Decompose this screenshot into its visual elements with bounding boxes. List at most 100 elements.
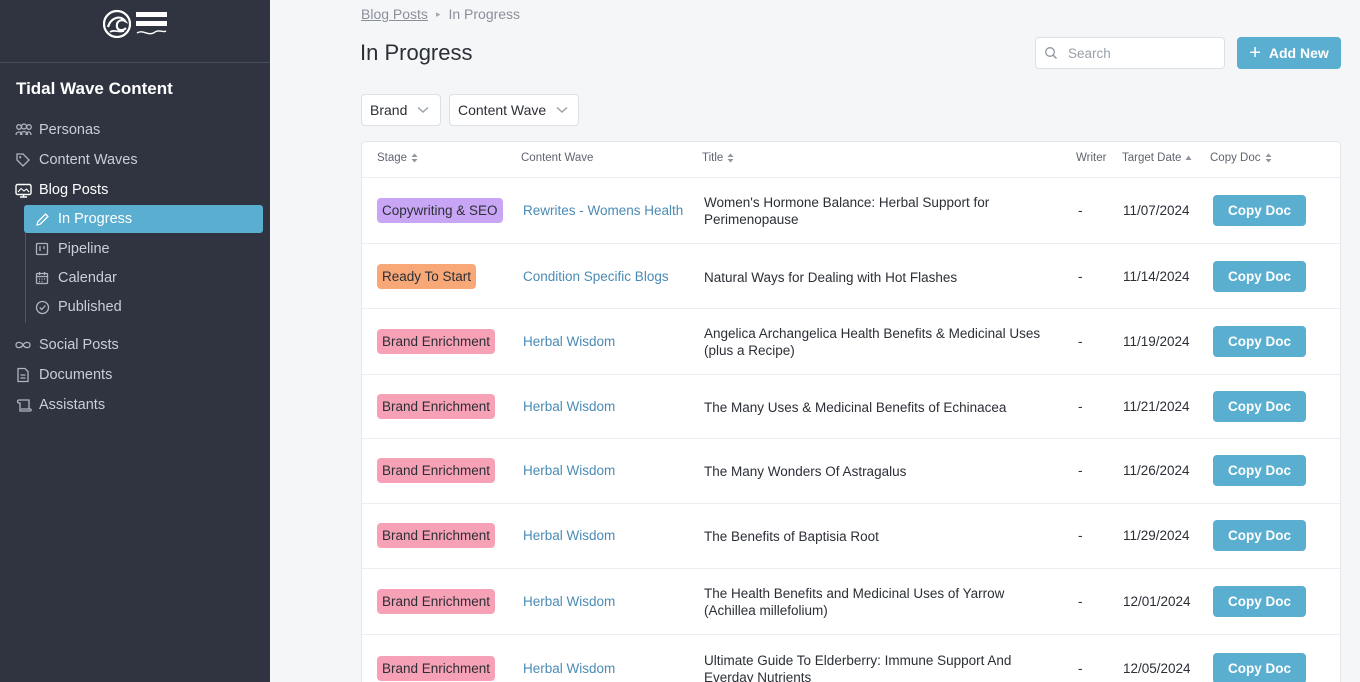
table-row: Brand Enrichment Herbal Wisdom The Many …	[362, 439, 1340, 504]
sidebar-item-documents[interactable]: Documents	[14, 363, 112, 387]
tidal-wave-logo[interactable]	[102, 5, 169, 45]
content-wave-link[interactable]: Herbal Wisdom	[523, 399, 615, 414]
content-wave-link[interactable]: Herbal Wisdom	[523, 594, 615, 609]
sidebar-item-blog-posts[interactable]: Blog Posts	[14, 178, 108, 202]
column-header-copy-doc[interactable]: Copy Doc	[1210, 152, 1272, 164]
stage-badge: Brand Enrichment	[377, 656, 496, 681]
content-wave-filter-label: Content Wave	[458, 102, 547, 118]
search-input[interactable]	[1068, 45, 1208, 61]
table-row: Brand Enrichment Herbal Wisdom The Benef…	[362, 504, 1340, 569]
post-title: The Health Benefits and Medicinal Uses o…	[704, 586, 1005, 618]
sidebar-item-label: Assistants	[39, 397, 106, 413]
post-title: Natural Ways for Dealing with Hot Flashe…	[704, 270, 958, 285]
brand-filter-label: Brand	[370, 102, 408, 118]
column-header-label: Writer	[1076, 152, 1107, 164]
users-icon	[14, 121, 32, 139]
sidebar-divider	[0, 62, 270, 63]
content-wave-link[interactable]: Herbal Wisdom	[523, 463, 615, 478]
sidebar-item-label: Published	[58, 299, 122, 315]
scroll-icon	[14, 396, 32, 414]
sidebar-subitem-published[interactable]: Published	[24, 293, 263, 321]
column-header-content-wave: Content Wave	[521, 152, 593, 164]
column-header-target-date[interactable]: Target Date	[1122, 152, 1192, 164]
content-wave-link[interactable]: Herbal Wisdom	[523, 528, 615, 543]
sidebar-subitem-pipeline[interactable]: Pipeline	[24, 235, 263, 263]
column-header-label: Title	[702, 152, 724, 164]
sidebar-item-personas[interactable]: Personas	[14, 118, 100, 142]
writer-value: -	[1078, 594, 1083, 609]
column-header-label: Target Date	[1122, 152, 1182, 164]
stage-badge: Brand Enrichment	[377, 329, 496, 354]
content-wave-link[interactable]: Herbal Wisdom	[523, 661, 615, 676]
stage-badge: Ready To Start	[377, 264, 477, 289]
copy-doc-button[interactable]: Copy Doc	[1213, 326, 1306, 357]
sort-ascending-icon	[1185, 155, 1192, 161]
chevron-down-icon	[417, 106, 429, 114]
writer-value: -	[1078, 269, 1083, 284]
post-title: Angelica Archangelica Health Benefits & …	[704, 326, 1041, 358]
copy-doc-button[interactable]: Copy Doc	[1213, 653, 1306, 682]
document-icon	[14, 366, 32, 384]
writer-value: -	[1078, 203, 1083, 218]
content-wave-link[interactable]: Rewrites - Womens Health	[523, 203, 683, 218]
copy-doc-button[interactable]: Copy Doc	[1213, 586, 1306, 617]
post-title: Ultimate Guide To Elderberry: Immune Sup…	[704, 653, 1012, 682]
table-row: Copywriting & SEO Rewrites - Womens Heal…	[362, 178, 1340, 244]
breadcrumb-link-blog-posts[interactable]: Blog Posts	[361, 6, 428, 22]
breadcrumb: Blog Posts ▸ In Progress	[361, 6, 520, 22]
sidebar-item-label: Social Posts	[39, 337, 119, 353]
pencil-icon	[34, 211, 50, 227]
writer-value: -	[1078, 463, 1083, 478]
sort-icon	[727, 153, 734, 163]
copy-doc-button[interactable]: Copy Doc	[1213, 261, 1306, 292]
search-box[interactable]	[1035, 37, 1225, 69]
add-new-label: Add New	[1268, 45, 1329, 61]
chevron-down-icon	[556, 106, 568, 114]
copy-doc-button[interactable]: Copy Doc	[1213, 520, 1306, 551]
monitor-icon	[14, 181, 32, 199]
copy-doc-button[interactable]: Copy Doc	[1213, 455, 1306, 486]
target-date: 11/21/2024	[1123, 399, 1190, 414]
post-title: The Benefits of Baptisia Root	[704, 529, 879, 544]
kanban-icon	[34, 241, 50, 257]
stage-badge: Brand Enrichment	[377, 394, 496, 419]
column-header-label: Stage	[377, 152, 408, 164]
target-date: 11/26/2024	[1123, 463, 1190, 478]
writer-value: -	[1078, 661, 1083, 676]
column-header-stage[interactable]: Stage	[377, 152, 418, 164]
infinity-icon	[14, 336, 32, 354]
sidebar-item-label: Personas	[39, 122, 101, 138]
table-row: Brand Enrichment Herbal Wisdom Ultimate …	[362, 635, 1340, 682]
sort-icon	[1265, 153, 1272, 163]
add-new-button[interactable]: + Add New	[1237, 37, 1341, 69]
page-title: In Progress	[360, 40, 473, 65]
column-header-title[interactable]: Title	[702, 152, 734, 164]
sidebar-subitem-in-progress[interactable]: In Progress	[24, 205, 263, 233]
column-header-writer: Writer	[1076, 152, 1106, 164]
sidebar-subitem-calendar[interactable]: Calendar	[24, 264, 263, 292]
sidebar-item-content-waves[interactable]: Content Waves	[14, 148, 138, 172]
table-row: Ready To Start Condition Specific Blogs …	[362, 244, 1340, 309]
check-circle-icon	[34, 299, 50, 315]
target-date: 12/05/2024	[1123, 661, 1191, 676]
writer-value: -	[1078, 399, 1083, 414]
target-date: 11/07/2024	[1123, 203, 1190, 218]
copy-doc-button[interactable]: Copy Doc	[1213, 195, 1306, 226]
chevron-right-icon: ▸	[435, 8, 441, 19]
table-row: Brand Enrichment Herbal Wisdom Angelica …	[362, 309, 1340, 375]
sidebar-item-label: In Progress	[58, 211, 133, 227]
content-wave-filter-dropdown[interactable]: Content Wave	[449, 94, 579, 126]
sidebar-item-social-posts[interactable]: Social Posts	[14, 333, 119, 357]
column-header-label: Copy Doc	[1210, 152, 1261, 164]
content-wave-link[interactable]: Herbal Wisdom	[523, 334, 615, 349]
post-title: The Many Wonders Of Astragalus	[704, 464, 907, 479]
brand-filter-dropdown[interactable]: Brand	[361, 94, 441, 126]
sidebar-item-assistants[interactable]: Assistants	[14, 393, 105, 417]
copy-doc-button[interactable]: Copy Doc	[1213, 391, 1306, 422]
sidebar-item-label: Documents	[39, 367, 113, 383]
target-date: 12/01/2024	[1123, 594, 1191, 609]
plus-icon: +	[1249, 42, 1261, 64]
content-wave-link[interactable]: Condition Specific Blogs	[523, 269, 669, 284]
writer-value: -	[1078, 528, 1083, 543]
column-header-label: Content Wave	[521, 152, 594, 164]
